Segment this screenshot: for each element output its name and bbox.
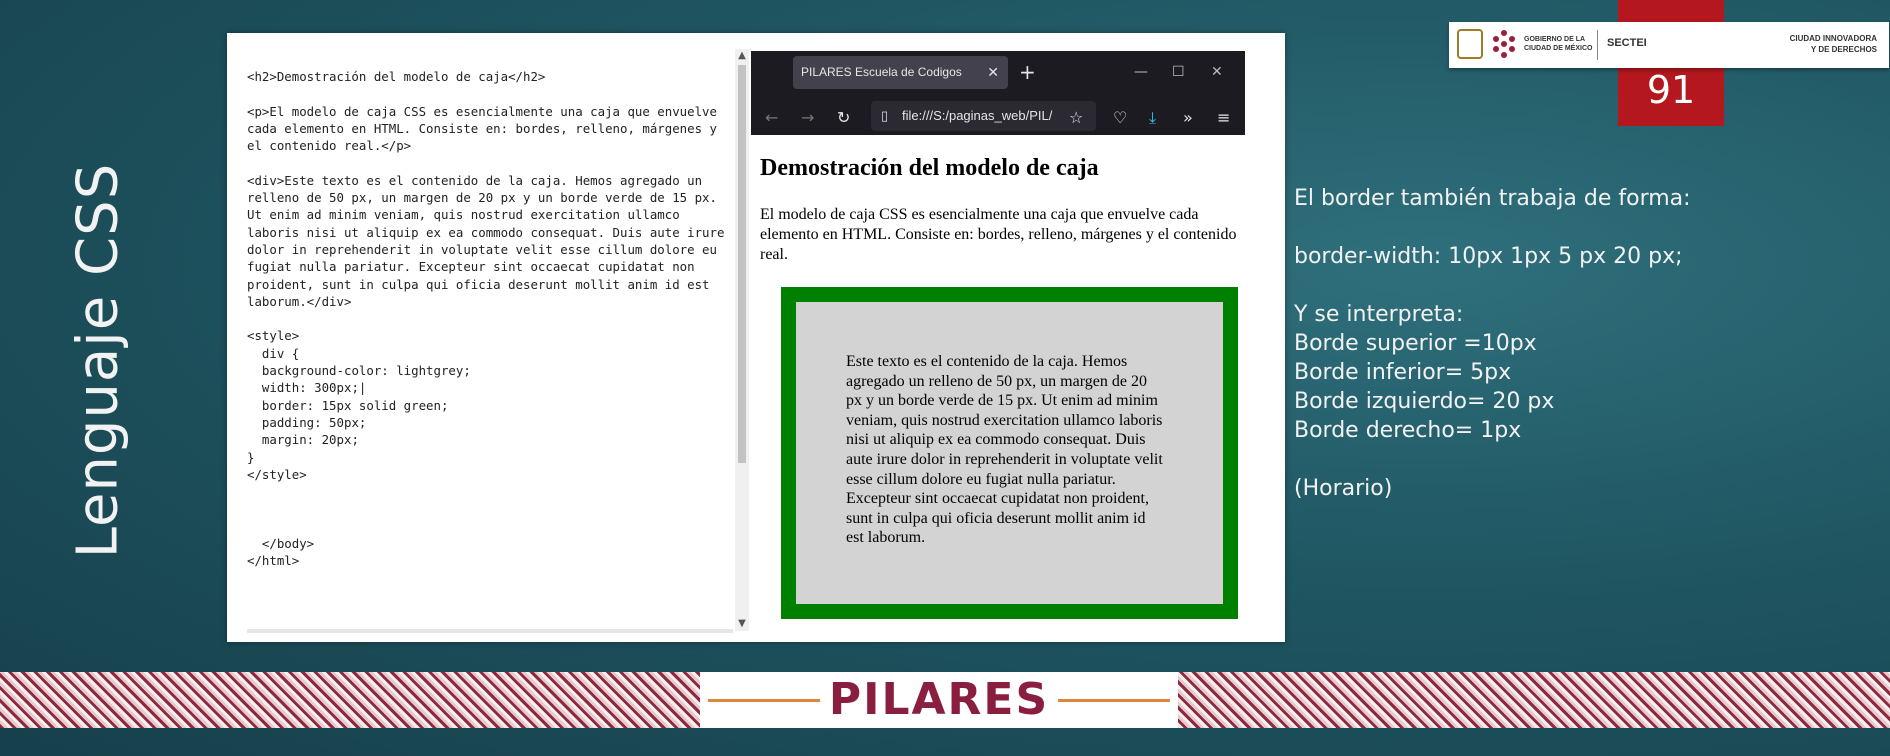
editor-scroll-thumb[interactable] [738, 65, 746, 463]
window-close-icon[interactable]: ✕ [1211, 56, 1223, 89]
ciudad-line2: Y DE DERECHOS [1810, 45, 1877, 54]
logo-divider [1597, 30, 1598, 60]
embedded-screenshot: <h2>Demostración del modelo de caja</h2>… [227, 33, 1285, 642]
browser-window: PILARES Escuela de Codigos ✕ + — ☐ ✕ ← →… [751, 33, 1285, 642]
explanation-text: El border también trabaja de forma: bord… [1294, 184, 1834, 503]
url-text: file:///S:/paginas_web/PIL/ [902, 108, 1053, 123]
scroll-up-arrow-icon[interactable]: ▲ [735, 49, 749, 63]
gov-line1: GOBIERNO DE LA [1524, 36, 1586, 43]
editor-horizontal-scrollbar[interactable] [247, 629, 733, 633]
gov-line2: CIUDAD DE MÉXICO [1524, 45, 1593, 52]
explanation-line [1294, 445, 1834, 474]
explanation-line [1294, 271, 1834, 300]
gov-text: GOBIERNO DE LA CIUDAD DE MÉXICO [1524, 35, 1592, 53]
bookmark-star-icon[interactable]: ☆ [1069, 103, 1083, 133]
maximize-icon[interactable]: ☐ [1172, 56, 1185, 89]
browser-chrome: PILARES Escuela de Codigos ✕ + — ☐ ✕ ← →… [751, 51, 1245, 135]
extensions-overflow-icon[interactable]: » [1183, 103, 1193, 133]
explanation-line: border-width: 10px 1px 5 px 20 px; [1294, 244, 1683, 269]
page-number: 91 [1646, 68, 1696, 112]
scroll-down-arrow-icon[interactable]: ▼ [735, 617, 749, 631]
page-paragraph: El modelo de caja CSS es esencialmente u… [760, 206, 1237, 263]
tab-close-icon[interactable]: ✕ [987, 56, 999, 89]
explanation-line: Borde izquierdo= 20 px [1294, 389, 1555, 414]
footer-line-left [708, 699, 820, 702]
explanation-line: El border también trabaja de forma: [1294, 186, 1691, 211]
slide-title: Lenguaje CSS [65, 162, 131, 558]
ciudad-text: CIUDAD INNOVADORA Y DE DERECHOS [1790, 33, 1877, 55]
explanation-line: Borde inferior= 5px [1294, 360, 1512, 385]
page-icon: ▯ [881, 108, 889, 123]
explanation-line: Borde superior =10px [1294, 331, 1537, 356]
minimize-icon[interactable]: — [1134, 56, 1148, 89]
box-model-div: Este texto es el contenido de la caja. H… [781, 287, 1238, 619]
browser-page-content: Demostración del modelo de caja El model… [751, 135, 1285, 642]
tab-title: PILARES Escuela de Codigos [801, 65, 962, 79]
coat-of-arms-icon [1457, 29, 1483, 59]
box-content-text: Este texto es el contenido de la caja. H… [846, 353, 1163, 547]
footer-logo: PILARES [700, 672, 1178, 728]
code-text[interactable]: <h2>Demostración del modelo de caja</h2>… [247, 68, 737, 570]
editor-scrollbar[interactable]: ▲ ▼ [735, 49, 749, 631]
back-icon[interactable]: ← [765, 103, 778, 133]
pilares-brand: PILARES [828, 674, 1050, 725]
explanation-line: Borde derecho= 1px [1294, 418, 1522, 443]
vertical-title-container: Lenguaje CSS [18, 162, 178, 558]
explanation-line: Y se interpreta: [1294, 302, 1464, 327]
forward-icon[interactable]: → [801, 103, 814, 133]
code-editor[interactable]: <h2>Demostración del modelo de caja</h2>… [227, 33, 751, 642]
footer-line-right [1058, 699, 1170, 702]
explanation-line: (Horario) [1294, 476, 1393, 501]
government-logo-bar: GOBIERNO DE LA CIUDAD DE MÉXICO SECTEI C… [1449, 22, 1889, 68]
browser-tab[interactable]: PILARES Escuela de Codigos ✕ [793, 56, 1008, 89]
download-icon[interactable]: ⤓ [1149, 103, 1156, 133]
sectei-label: SECTEI [1607, 37, 1647, 49]
pocket-icon[interactable]: ♡ [1113, 103, 1127, 133]
menu-icon[interactable]: ≡ [1217, 103, 1230, 133]
new-tab-icon[interactable]: + [1019, 56, 1036, 89]
url-bar[interactable]: ▯ file:///S:/paginas_web/PIL/ [871, 101, 1096, 131]
reload-icon[interactable]: ↻ [837, 103, 850, 133]
explanation-line [1294, 213, 1834, 242]
cdmx-logo-icon [1493, 30, 1515, 58]
page-heading: Demostración del modelo de caja [760, 155, 1099, 181]
ciudad-line1: CIUDAD INNOVADORA [1789, 34, 1877, 43]
